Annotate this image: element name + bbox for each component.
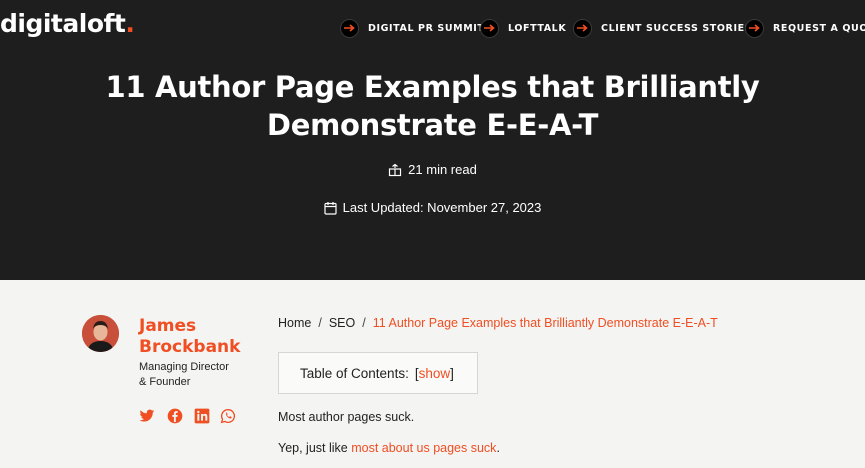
- brand-logo[interactable]: digitaloft.: [0, 9, 135, 38]
- calendar-icon: [324, 201, 337, 215]
- body-paragraph: Most author pages suck.: [278, 410, 415, 424]
- arrow-right-icon: [340, 18, 359, 38]
- linkedin-icon[interactable]: [194, 408, 210, 424]
- paragraph-text: Yep, just like: [278, 441, 352, 455]
- whatsapp-icon[interactable]: [220, 408, 236, 424]
- last-updated-text: Last Updated: November 27, 2023: [342, 200, 542, 215]
- book-icon: [389, 163, 402, 176]
- arrow-right-icon: [573, 18, 592, 38]
- page-title-line: 11 Author Page Examples that Brilliantly: [105, 70, 760, 104]
- twitter-icon[interactable]: [139, 408, 155, 424]
- paragraph-text: .: [496, 441, 500, 455]
- toc-label: Table of Contents:: [300, 365, 409, 381]
- toc-close-bracket: ]: [450, 365, 454, 381]
- toc-show-toggle[interactable]: show: [419, 366, 451, 381]
- breadcrumb: Home / SEO / 11 Author Page Examples that Br…: [278, 316, 718, 330]
- nav-item-label: REQUEST A QUOTE: [773, 22, 865, 34]
- author-avatar[interactable]: [82, 315, 119, 352]
- breadcrumb-separator: /: [318, 316, 322, 330]
- nav-item-label: LOFTTALK: [508, 22, 567, 34]
- breadcrumb-current: 11 Author Page Examples that Brilliantly…: [372, 316, 718, 330]
- breadcrumb-home[interactable]: Home: [278, 316, 311, 330]
- table-of-contents: Table of Contents: [show]: [278, 352, 478, 394]
- read-time-text: 21 min read: [408, 162, 477, 177]
- author-role-line: & Founder: [139, 376, 191, 388]
- nav-item-digital-pr-summit[interactable]: DIGITAL PR SUMMIT: [340, 17, 484, 39]
- author-photo: [82, 315, 119, 352]
- arrow-right-icon: [745, 18, 764, 38]
- nav-item-client-success-stories[interactable]: CLIENT SUCCESS STORIES: [573, 17, 752, 39]
- facebook-icon[interactable]: [167, 408, 183, 424]
- nav-item-request-a-quote[interactable]: REQUEST A QUOTE: [745, 17, 865, 39]
- arrow-right-icon: [480, 18, 499, 38]
- read-time: 21 min read: [0, 162, 865, 177]
- body-paragraph: Yep, just like most about us pages suck.: [278, 441, 500, 455]
- author-first-name: James: [139, 316, 197, 336]
- breadcrumb-separator: /: [362, 316, 366, 330]
- nav-item-label: CLIENT SUCCESS STORIES: [601, 22, 753, 34]
- author-role: Managing Director & Founder: [139, 360, 239, 390]
- page-title: 11 Author Page Examples that Brilliantly…: [0, 68, 865, 144]
- author-name[interactable]: James Brockbank: [139, 316, 249, 358]
- nav-item-lofttalk[interactable]: LOFTTALK: [480, 17, 566, 39]
- torn-edge-divider: [0, 262, 865, 275]
- breadcrumb-category[interactable]: SEO: [329, 316, 355, 330]
- author-last-name: Brockbank: [139, 337, 241, 357]
- nav-item-label: DIGITAL PR SUMMIT: [368, 22, 485, 34]
- page-title-line: Demonstrate E-E-A-T: [266, 108, 599, 142]
- last-updated: Last Updated: November 27, 2023: [0, 200, 865, 215]
- about-us-pages-link[interactable]: most about us pages suck: [351, 441, 496, 455]
- author-role-line: Managing Director: [139, 361, 229, 373]
